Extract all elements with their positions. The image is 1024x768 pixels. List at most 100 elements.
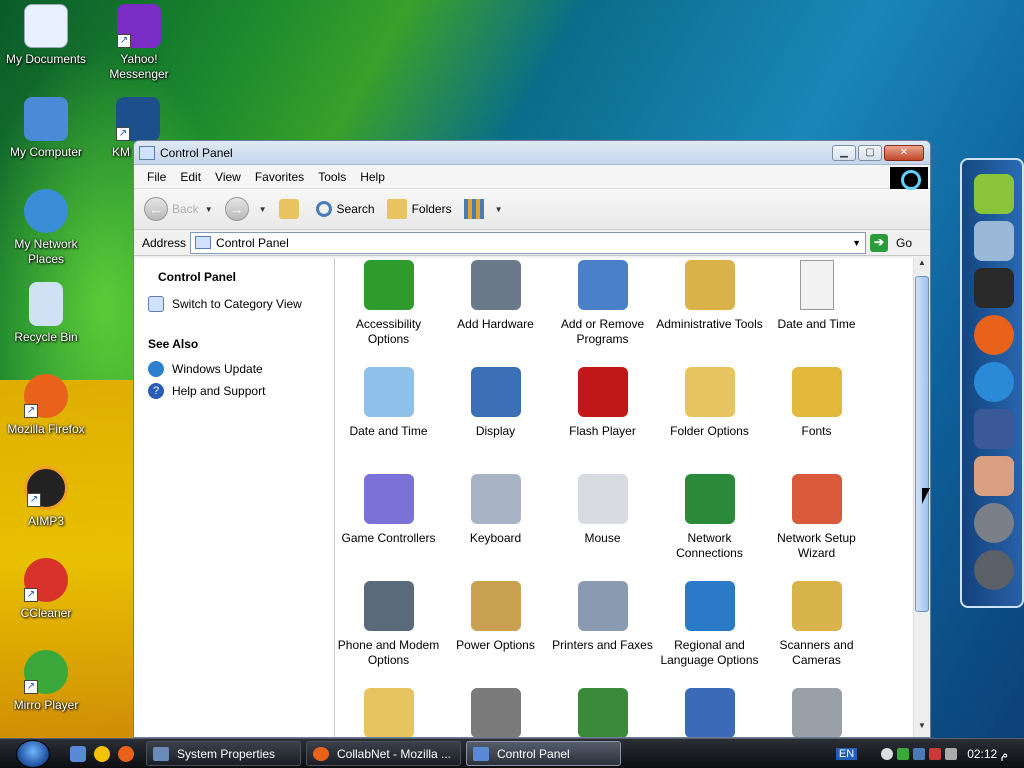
- folders-button[interactable]: Folders: [386, 199, 452, 219]
- task-control-panel[interactable]: Control Panel: [466, 741, 621, 766]
- speech-icon: [577, 688, 628, 737]
- control-panel-item[interactable]: Display: [442, 365, 549, 472]
- desktop-icon-ccleaner[interactable]: ↗ CCleaner: [0, 556, 92, 621]
- forward-button[interactable]: → ▼: [224, 197, 267, 221]
- facebook-icon[interactable]: [974, 409, 1014, 449]
- control-panel-item[interactable]: Date and Time: [335, 365, 442, 472]
- tray-network-icon[interactable]: [913, 748, 926, 760]
- task-collabnet-firefox[interactable]: CollabNet - Mozilla ...: [306, 741, 461, 766]
- minimize-button[interactable]: ▁: [832, 144, 856, 161]
- up-folder-button[interactable]: [278, 199, 304, 219]
- control-panel-item[interactable]: Network Setup Wizard: [763, 472, 870, 579]
- menu-bar: File Edit View Favorites Tools Help: [134, 165, 930, 190]
- control-panel-item[interactable]: Regional and Language Options: [656, 579, 763, 686]
- firefox-icon[interactable]: [974, 315, 1014, 355]
- control-panel-item-label: Administrative Tools: [656, 317, 763, 331]
- help-and-support-link[interactable]: ? Help and Support: [148, 383, 334, 399]
- tablet-icon[interactable]: [974, 268, 1014, 308]
- start-button[interactable]: [16, 740, 50, 768]
- control-panel-item[interactable]: Flash Player: [549, 365, 656, 472]
- menu-tools[interactable]: Tools: [312, 170, 354, 184]
- tray-security-icon[interactable]: [929, 748, 942, 760]
- control-panel-item[interactable]: Game Controllers: [335, 472, 442, 579]
- menu-file[interactable]: File: [134, 170, 174, 184]
- desktop-icon-mirro-player[interactable]: ↗ Mirro Player: [0, 648, 92, 713]
- back-button[interactable]: ← Back ▼: [144, 197, 213, 221]
- search-button[interactable]: Search: [315, 201, 375, 217]
- desktop-icon-kmplayer[interactable]: ↗ KM: [76, 95, 160, 160]
- control-panel-item[interactable]: Add Hardware: [442, 258, 549, 365]
- menu-favorites[interactable]: Favorites: [249, 170, 312, 184]
- language-indicator[interactable]: EN: [835, 748, 858, 760]
- clock[interactable]: 02:12 م: [967, 747, 1008, 761]
- control-panel-item[interactable]: Mouse: [549, 472, 656, 579]
- close-button[interactable]: ✕: [884, 144, 924, 161]
- views-dropdown-icon[interactable]: ▼: [495, 205, 503, 214]
- taskbar: System Properties CollabNet - Mozilla ..…: [0, 738, 1024, 768]
- task-system-properties[interactable]: System Properties: [146, 741, 301, 766]
- tray-chat-icon[interactable]: [881, 748, 894, 760]
- see-also-heading: See Also: [148, 337, 199, 351]
- calendar-clock-icon: [363, 367, 414, 417]
- satellite-icon[interactable]: [974, 221, 1014, 261]
- desktop-icon-aimp3[interactable]: ↗ AIMP3: [0, 464, 92, 529]
- tray-update-icon[interactable]: [897, 748, 910, 760]
- control-panel-item[interactable]: [549, 686, 656, 737]
- maximize-button[interactable]: ▢: [858, 144, 882, 161]
- items-pane: Accessibility Options Add Hardware Add or …: [335, 258, 930, 737]
- documents-icon: [24, 4, 68, 48]
- show-desktop-icon[interactable]: [70, 746, 86, 762]
- scroll-down-arrow[interactable]: ▼: [914, 721, 930, 737]
- yahoo-quicklaunch-icon[interactable]: [94, 746, 110, 762]
- control-panel-item[interactable]: Power Options: [442, 579, 549, 686]
- control-panel-item[interactable]: [442, 686, 549, 737]
- control-panel-item[interactable]: Keyboard: [442, 472, 549, 579]
- address-dropdown-icon[interactable]: ▼: [852, 238, 861, 248]
- address-value: Control Panel: [216, 235, 289, 250]
- scroll-up-arrow[interactable]: ▲: [914, 258, 930, 274]
- firefox-quicklaunch-icon[interactable]: [118, 746, 134, 762]
- desktop-icon-my-network-places[interactable]: My Network Places: [0, 187, 92, 267]
- toolbar: ← Back ▼ → ▼ Search Folders ▼: [134, 188, 930, 230]
- control-panel-item[interactable]: Administrative Tools: [656, 258, 763, 365]
- control-panel-item[interactable]: Phone and Modem Options: [335, 579, 442, 686]
- windows-update-link[interactable]: Windows Update: [148, 361, 334, 377]
- control-panel-item[interactable]: Fonts: [763, 365, 870, 472]
- menu-view[interactable]: View: [209, 170, 249, 184]
- control-panel-item[interactable]: Printers and Faxes: [549, 579, 656, 686]
- tray-volume-icon[interactable]: [945, 748, 958, 760]
- control-panel-item[interactable]: Date and Time: [763, 258, 870, 365]
- control-panel-item[interactable]: [763, 686, 870, 737]
- control-panel-item[interactable]: [335, 686, 442, 737]
- scanner-camera-icon: [791, 581, 842, 631]
- desktop-icon-recycle-bin[interactable]: Recycle Bin: [0, 280, 92, 345]
- title-bar[interactable]: Control Panel ▁ ▢ ✕: [134, 141, 930, 165]
- control-panel-item[interactable]: Folder Options: [656, 365, 763, 472]
- settings-gear-icon[interactable]: [974, 503, 1014, 543]
- desktop-icon-my-documents[interactable]: My Documents: [0, 2, 92, 67]
- desktop-icon-mozilla-firefox[interactable]: ↗ Mozilla Firefox: [0, 372, 92, 437]
- control-panel-item[interactable]: Add or Remove Programs: [549, 258, 656, 365]
- forward-dropdown-icon[interactable]: ▼: [259, 205, 267, 214]
- switch-to-category-view-link[interactable]: Switch to Category View: [148, 296, 334, 312]
- support-agent-icon[interactable]: [974, 456, 1014, 496]
- control-panel-item[interactable]: Accessibility Options: [335, 258, 442, 365]
- back-dropdown-icon[interactable]: ▼: [205, 205, 213, 214]
- views-button[interactable]: ▼: [463, 199, 503, 219]
- control-panel-item[interactable]: [656, 686, 763, 737]
- desktop-icon-yahoo-messenger[interactable]: ↗ Yahoo! Messenger: [93, 2, 185, 82]
- globe-icon: [684, 581, 735, 631]
- control-panel-item[interactable]: Scanners and Cameras: [763, 579, 870, 686]
- control-panel-item[interactable]: Network Connections: [656, 472, 763, 579]
- scrollbar-thumb[interactable]: [915, 276, 929, 612]
- address-input[interactable]: Control Panel ▼: [190, 231, 867, 254]
- control-panel-item-label: Display: [475, 424, 516, 438]
- control-panel-item-label: Flash Player: [569, 424, 636, 438]
- go-button[interactable]: ➔ Go: [870, 233, 912, 252]
- android-icon[interactable]: [974, 174, 1014, 214]
- search-icon: [315, 201, 332, 217]
- trash-icon[interactable]: [974, 550, 1014, 590]
- menu-edit[interactable]: Edit: [174, 170, 209, 184]
- internet-explorer-icon[interactable]: [974, 362, 1014, 402]
- menu-help[interactable]: Help: [354, 170, 393, 184]
